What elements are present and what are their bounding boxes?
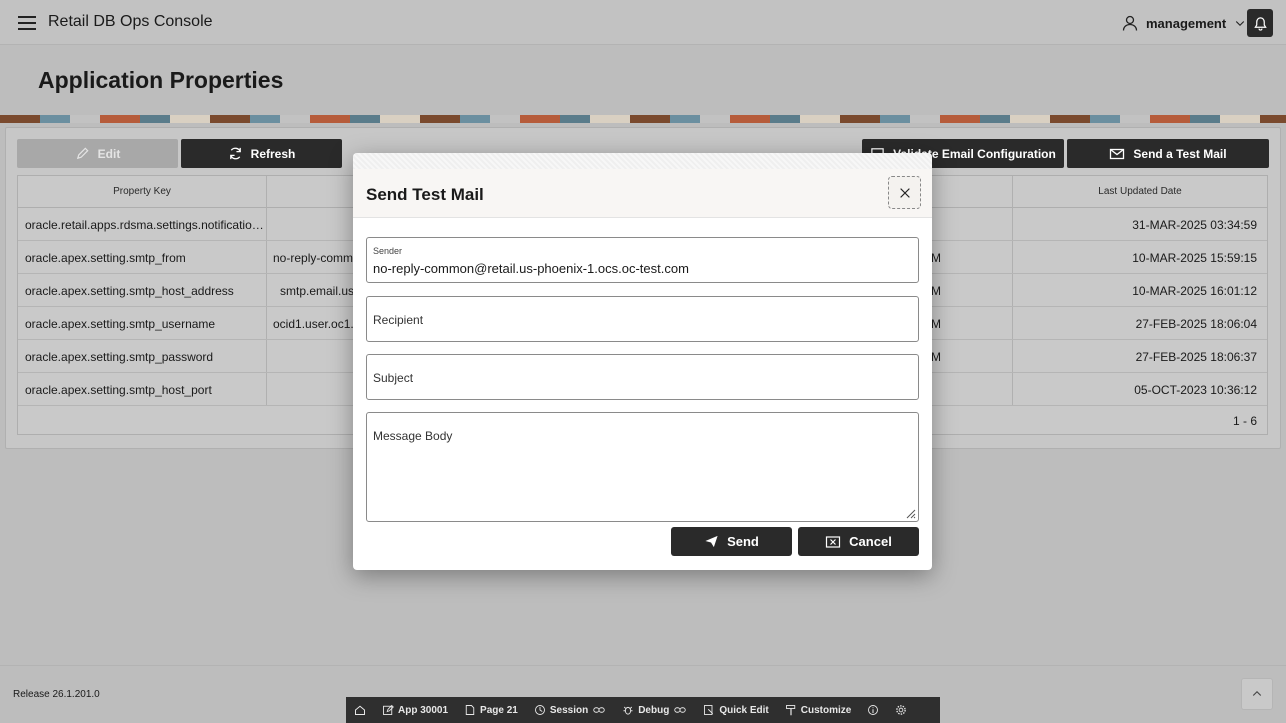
notifications-button[interactable] [1247,9,1273,37]
updated-date-cell: 10-MAR-2025 15:59:15 [1132,251,1257,265]
message-body-label: Message Body [373,429,453,443]
devbar-debug[interactable]: Debug [614,704,695,716]
updated-date-cell: 27-FEB-2025 18:06:04 [1135,317,1257,331]
devbar-quick-edit-label: Quick Edit [719,704,769,716]
top-bar: Retail DB Ops Console management [0,0,1286,45]
paint-roller-icon [785,705,795,716]
home-icon [355,705,365,715]
close-icon [899,187,910,198]
send-label: Send [727,534,759,549]
property-key-cell: oracle.apex.setting.smtp_host_address [25,284,234,298]
bell-icon [1253,16,1267,31]
decorative-banner [0,115,1286,123]
send-test-mail-button[interactable]: Send a Test Mail [1067,139,1269,168]
truncated-cell: M [931,251,941,265]
refresh-label: Refresh [250,146,296,161]
property-value-cell: no-reply-comm [273,251,353,265]
edit-app-icon [383,704,394,715]
message-body-field[interactable]: Message Body [366,412,919,522]
paper-plane-icon [705,535,718,548]
link-icon [674,707,687,713]
property-key-cell: oracle.apex.setting.smtp_password [25,350,214,364]
page-title: Application Properties [38,67,284,93]
devbar-debug-label: Debug [638,704,670,716]
property-key-cell: oracle.apex.setting.smtp_from [25,251,186,265]
truncated-cell: M [931,317,941,331]
pagination: 1 - 6 [1232,414,1257,428]
column-header-last-updated[interactable]: Last Updated Date [1012,176,1268,208]
property-key-cell: oracle.retail.apps.rdsma.settings.notifi… [25,218,264,232]
cancel-button[interactable]: Cancel [798,527,919,556]
pencil-icon [76,147,89,160]
menu-icon[interactable] [18,16,36,30]
subject-field[interactable]: Subject [366,354,919,400]
user-icon [1122,15,1138,31]
chevron-down-icon [1236,21,1245,27]
updated-date-cell: 31-MAR-2025 03:34:59 [1132,218,1257,232]
devbar-page[interactable]: Page 21 [456,704,526,716]
developer-toolbar: App 30001 Page 21 Session Debug Quick Ed… [346,697,940,723]
link-icon [593,707,605,713]
footer-divider [0,665,1286,666]
updated-date-cell: 05-OCT-2023 10:36:12 [1134,383,1257,397]
session-icon [534,705,545,715]
devbar-page-label: Page 21 [480,704,518,716]
devbar-session[interactable]: Session [526,704,614,716]
dialog-texture [353,153,932,169]
scroll-top-button[interactable] [1241,678,1273,710]
devbar-home[interactable] [346,704,374,716]
sender-field[interactable]: Sender no-reply-common@retail.us-phoenix… [366,237,919,283]
updated-date-cell: 27-FEB-2025 18:06:37 [1135,350,1257,364]
edit-button[interactable]: Edit [17,139,178,168]
refresh-icon [229,147,241,160]
sender-label: Sender [373,246,403,256]
dialog-header: Send Test Mail [353,169,932,218]
sender-value: no-reply-common@retail.us-phoenix-1.ocs.… [373,261,689,276]
page-icon [465,705,475,715]
devbar-app-label: App 30001 [398,704,449,716]
devbar-quick-edit[interactable]: Quick Edit [695,704,776,716]
edit-label: Edit [97,146,121,161]
quick-edit-icon [704,705,714,715]
info-icon [868,705,879,715]
chevron-up-icon [1252,690,1262,696]
column-header-property-key[interactable]: Property Key [18,176,266,208]
user-name: management [1146,15,1227,31]
mail-icon [1110,148,1125,159]
user-menu[interactable]: management [1122,14,1246,32]
devbar-settings[interactable] [887,704,915,716]
property-key-cell: oracle.apex.setting.smtp_host_port [25,383,212,397]
bug-icon [623,706,633,715]
recipient-label: Recipient [373,313,424,327]
recipient-field[interactable]: Recipient [366,296,919,342]
close-button[interactable] [888,176,921,209]
release-label: Release 26.1.201.0 [13,689,100,700]
truncated-cell: M [931,350,941,364]
send-test-label: Send a Test Mail [1133,146,1227,161]
send-test-mail-dialog: Send Test Mail Sender no-reply-common@re… [353,153,932,570]
truncated-cell: M [931,284,941,298]
devbar-info[interactable] [859,704,887,716]
property-value-cell: smtp.email.us- [280,284,359,298]
property-key-cell: oracle.apex.setting.smtp_username [25,317,216,331]
devbar-session-label: Session [549,704,589,716]
send-button[interactable]: Send [671,527,792,556]
cancel-label: Cancel [849,534,892,549]
devbar-customize[interactable]: Customize [777,704,860,716]
resize-handle-icon[interactable] [904,507,916,519]
devbar-customize-label: Customize [800,704,852,716]
cancel-icon [826,535,841,548]
dialog-title: Send Test Mail [366,185,484,204]
gear-icon [896,705,907,715]
updated-date-cell: 10-MAR-2025 16:01:12 [1132,284,1257,298]
devbar-app[interactable]: App 30001 [374,704,456,716]
property-value-cell: ocid1.user.oc1..a [273,317,353,331]
app-title[interactable]: Retail DB Ops Console [48,13,213,31]
refresh-button[interactable]: Refresh [181,139,342,168]
subject-label: Subject [373,371,414,385]
